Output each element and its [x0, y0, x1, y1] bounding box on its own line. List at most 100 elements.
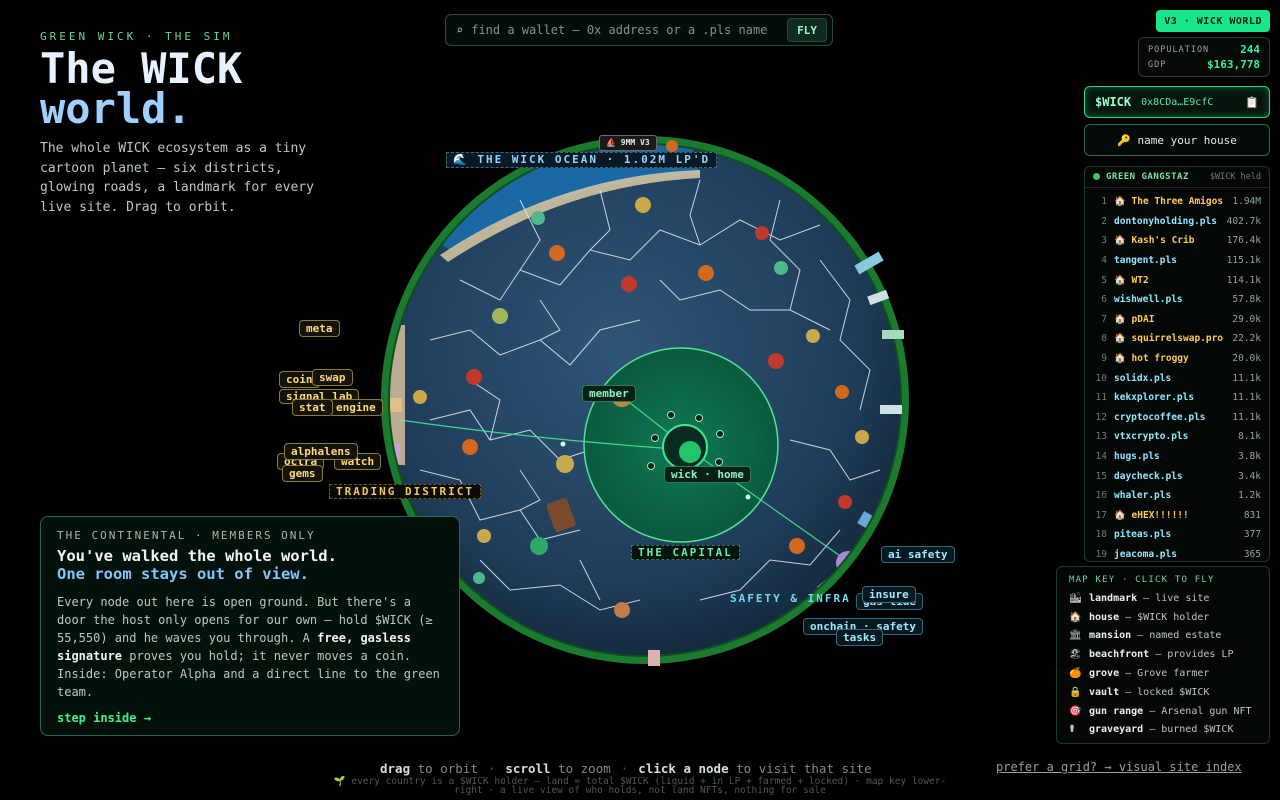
page-description: The whole WICK ecosystem as a tiny carto… [40, 141, 314, 215]
leaderboard-row[interactable]: 8 🏠 squirrelswap.pro 22.2k [1085, 329, 1269, 349]
leaderboard-value: 377 [1243, 529, 1261, 541]
map-key-icon: 🏛 [1069, 630, 1082, 642]
map-key-icon: 🏖 [1069, 649, 1082, 661]
leaderboard-value: 11.1k [1232, 372, 1261, 384]
leaderboard-rank: 15 [1095, 470, 1107, 482]
hint-drag: drag [380, 761, 411, 776]
map-key-desc: — $WICK holder [1125, 611, 1210, 623]
leaderboard-rank: 13 [1095, 431, 1107, 443]
landmark-ai-safety[interactable]: ai safety [881, 546, 955, 563]
map-key-item[interactable]: 🍊 grove — Grove farmer [1069, 664, 1257, 683]
leaderboard-value: 1.94M [1232, 196, 1261, 208]
landmark-engine[interactable]: engine [329, 399, 383, 416]
landmark-insure[interactable]: insure [862, 586, 916, 603]
map-key-name: grove [1089, 668, 1120, 680]
map-key-icon: 🔒 [1069, 686, 1082, 698]
landmark-gems[interactable]: gems [282, 465, 323, 482]
leaderboard-row[interactable]: 12 cryptocoffee.pls 11.1k [1085, 408, 1269, 428]
map-key-item[interactable]: 🏙 landmark — live site [1069, 589, 1257, 608]
capital-label[interactable]: THE CAPITAL [631, 545, 740, 560]
leaderboard-row[interactable]: 6 wishwell.pls 57.8k [1085, 290, 1269, 310]
leaderboard-row[interactable]: 10 solidx.pls 11.1k [1085, 368, 1269, 388]
leaderboard-row[interactable]: 9 🏠 hot froggy 20.0k [1085, 349, 1269, 369]
leaderboard-rank: 2 [1101, 215, 1107, 227]
leaderboard-value: 831 [1243, 509, 1261, 521]
gdp-label: GDP [1148, 59, 1167, 70]
leaderboard-name: daycheck.pls [1114, 470, 1183, 482]
leaderboard-rank: 8 [1101, 333, 1107, 345]
leaderboard-rank: 17 [1095, 509, 1107, 521]
map-key-desc: — burned $WICK [1149, 724, 1234, 736]
leaderboard-row[interactable]: 4 tangent.pls 115.1k [1085, 251, 1269, 271]
landmark-stat[interactable]: stat [292, 399, 333, 416]
safety-infra-label[interactable]: SAFETY & INFRA [724, 592, 857, 605]
leaderboard-value: 1.2k [1238, 490, 1261, 502]
map-key-desc: — provides LP [1155, 649, 1234, 661]
wallet-search-input[interactable] [469, 22, 788, 38]
leaderboard-value: 365 [1243, 548, 1261, 560]
leaderboard-name: dontonyholding.pls [1114, 215, 1217, 227]
leaderboard-value: 57.8k [1232, 294, 1261, 306]
landmark-alphalens[interactable]: alphalens [284, 443, 358, 460]
leaderboard-row[interactable]: 19 jeacoma.pls 365 [1085, 545, 1269, 561]
name-your-house-button[interactable]: 🔑 name your house [1084, 124, 1270, 156]
landmark-meta[interactable]: meta [299, 320, 340, 337]
wick-home-label[interactable]: wick · home [664, 466, 751, 483]
search-icon: ⌕ [456, 23, 464, 37]
population-value: 244 [1240, 43, 1260, 56]
fly-button[interactable]: FLY [787, 18, 827, 42]
map-key-item[interactable]: 🏖 beachfront — provides LP [1069, 645, 1257, 664]
map-key-item[interactable]: 🔒 vault — locked $WICK [1069, 683, 1257, 702]
map-key-desc: — live site [1143, 592, 1210, 604]
world-stats: POPULATION 244 GDP $163,778 [1138, 37, 1270, 77]
continental-eyebrow: THE CONTINENTAL · MEMBERS ONLY [57, 529, 316, 542]
token-contract[interactable]: $WICK 0x8CDa…E9cfC 📋 [1084, 86, 1270, 118]
leaderboard-name: cryptocoffee.pls [1114, 411, 1206, 423]
visual-site-index-link[interactable]: prefer a grid? → visual site index [996, 760, 1242, 774]
map-key-name: vault [1089, 686, 1120, 698]
leaderboard-name: solidx.pls [1114, 372, 1172, 384]
page-title-line2: world. [40, 84, 192, 133]
leaderboard-row[interactable]: 18 piteas.pls 377 [1085, 525, 1269, 545]
leaderboard-row[interactable]: 3 🏠 Kash's Crib 176.4k [1085, 231, 1269, 251]
leaderboard-row[interactable]: 1 🏠 The Three Amigos 1.94M [1085, 192, 1269, 212]
leaderboard-rank: 14 [1095, 451, 1107, 463]
leaderboard-rank: 10 [1095, 372, 1107, 384]
leaderboard-row[interactable]: 11 kekxplorer.pls 11.1k [1085, 388, 1269, 408]
leaderboard-row[interactable]: 5 🏠 WT2 114.1k [1085, 270, 1269, 290]
leaderboard-row[interactable]: 2 dontonyholding.pls 402.7k [1085, 212, 1269, 232]
map-key-item[interactable]: 🎯 gun range — Arsenal gun NFT [1069, 702, 1257, 721]
map-key-list: 🏙 landmark — live site 🏠 house — $WICK holder… [1069, 589, 1257, 739]
map-key-item[interactable]: 🏛 mansion — named estate [1069, 627, 1257, 646]
page-title: The WICK world. [40, 48, 340, 133]
leaderboard-name: 🏠 pDAI [1114, 313, 1155, 325]
leaderboard-value: 176.4k [1226, 235, 1261, 247]
page-header: GREEN WICK · THE SIM The WICK world. The… [40, 30, 340, 217]
step-inside-link[interactable]: step inside → [57, 711, 151, 725]
landmark-swap[interactable]: swap [312, 369, 353, 386]
map-key-item[interactable]: ⚰ graveyard — burned $WICK [1069, 721, 1257, 740]
leaderboard-value: 29.0k [1232, 313, 1261, 325]
leaderboard-row[interactable]: 17 🏠 eHEX!!!!!! 831 [1085, 506, 1269, 526]
v3-pool-label[interactable]: ⛵ 9MM V3 [599, 135, 657, 151]
map-key-icon: 🏙 [1069, 592, 1082, 604]
leaderboard-rank: 9 [1101, 353, 1107, 365]
copy-icon[interactable]: 📋 [1245, 96, 1259, 109]
controls-hint: drag to orbit · scroll to zoom · click a nod… [380, 761, 872, 776]
leaderboard-row[interactable]: 14 hugs.pls 3.8k [1085, 447, 1269, 467]
landmark-tasks[interactable]: tasks [836, 629, 884, 646]
landmark-member[interactable]: member [582, 385, 636, 402]
ocean-label[interactable]: 🌊 THE WICK OCEAN · 1.02M LP'D [446, 152, 718, 168]
leaderboard-name: hugs.pls [1114, 451, 1160, 463]
map-key-item[interactable]: 🏠 house — $WICK holder [1069, 608, 1257, 627]
leaderboard-row[interactable]: 15 daycheck.pls 3.4k [1085, 466, 1269, 486]
hint-scroll: scroll [505, 761, 551, 776]
trading-district-label[interactable]: TRADING DISTRICT [329, 484, 481, 499]
leaderboard-row[interactable]: 13 vtxcrypto.pls 8.1k [1085, 427, 1269, 447]
leaderboard-row[interactable]: 7 🏠 pDAI 29.0k [1085, 310, 1269, 330]
leaderboard-rank: 12 [1095, 411, 1107, 423]
leaderboard-name: 🏠 WT2 [1114, 274, 1149, 286]
leaderboard-row[interactable]: 16 whaler.pls 1.2k [1085, 486, 1269, 506]
leaderboard-value: 11.1k [1232, 411, 1261, 423]
leaderboard-name: 🏠 hot froggy [1114, 353, 1189, 365]
